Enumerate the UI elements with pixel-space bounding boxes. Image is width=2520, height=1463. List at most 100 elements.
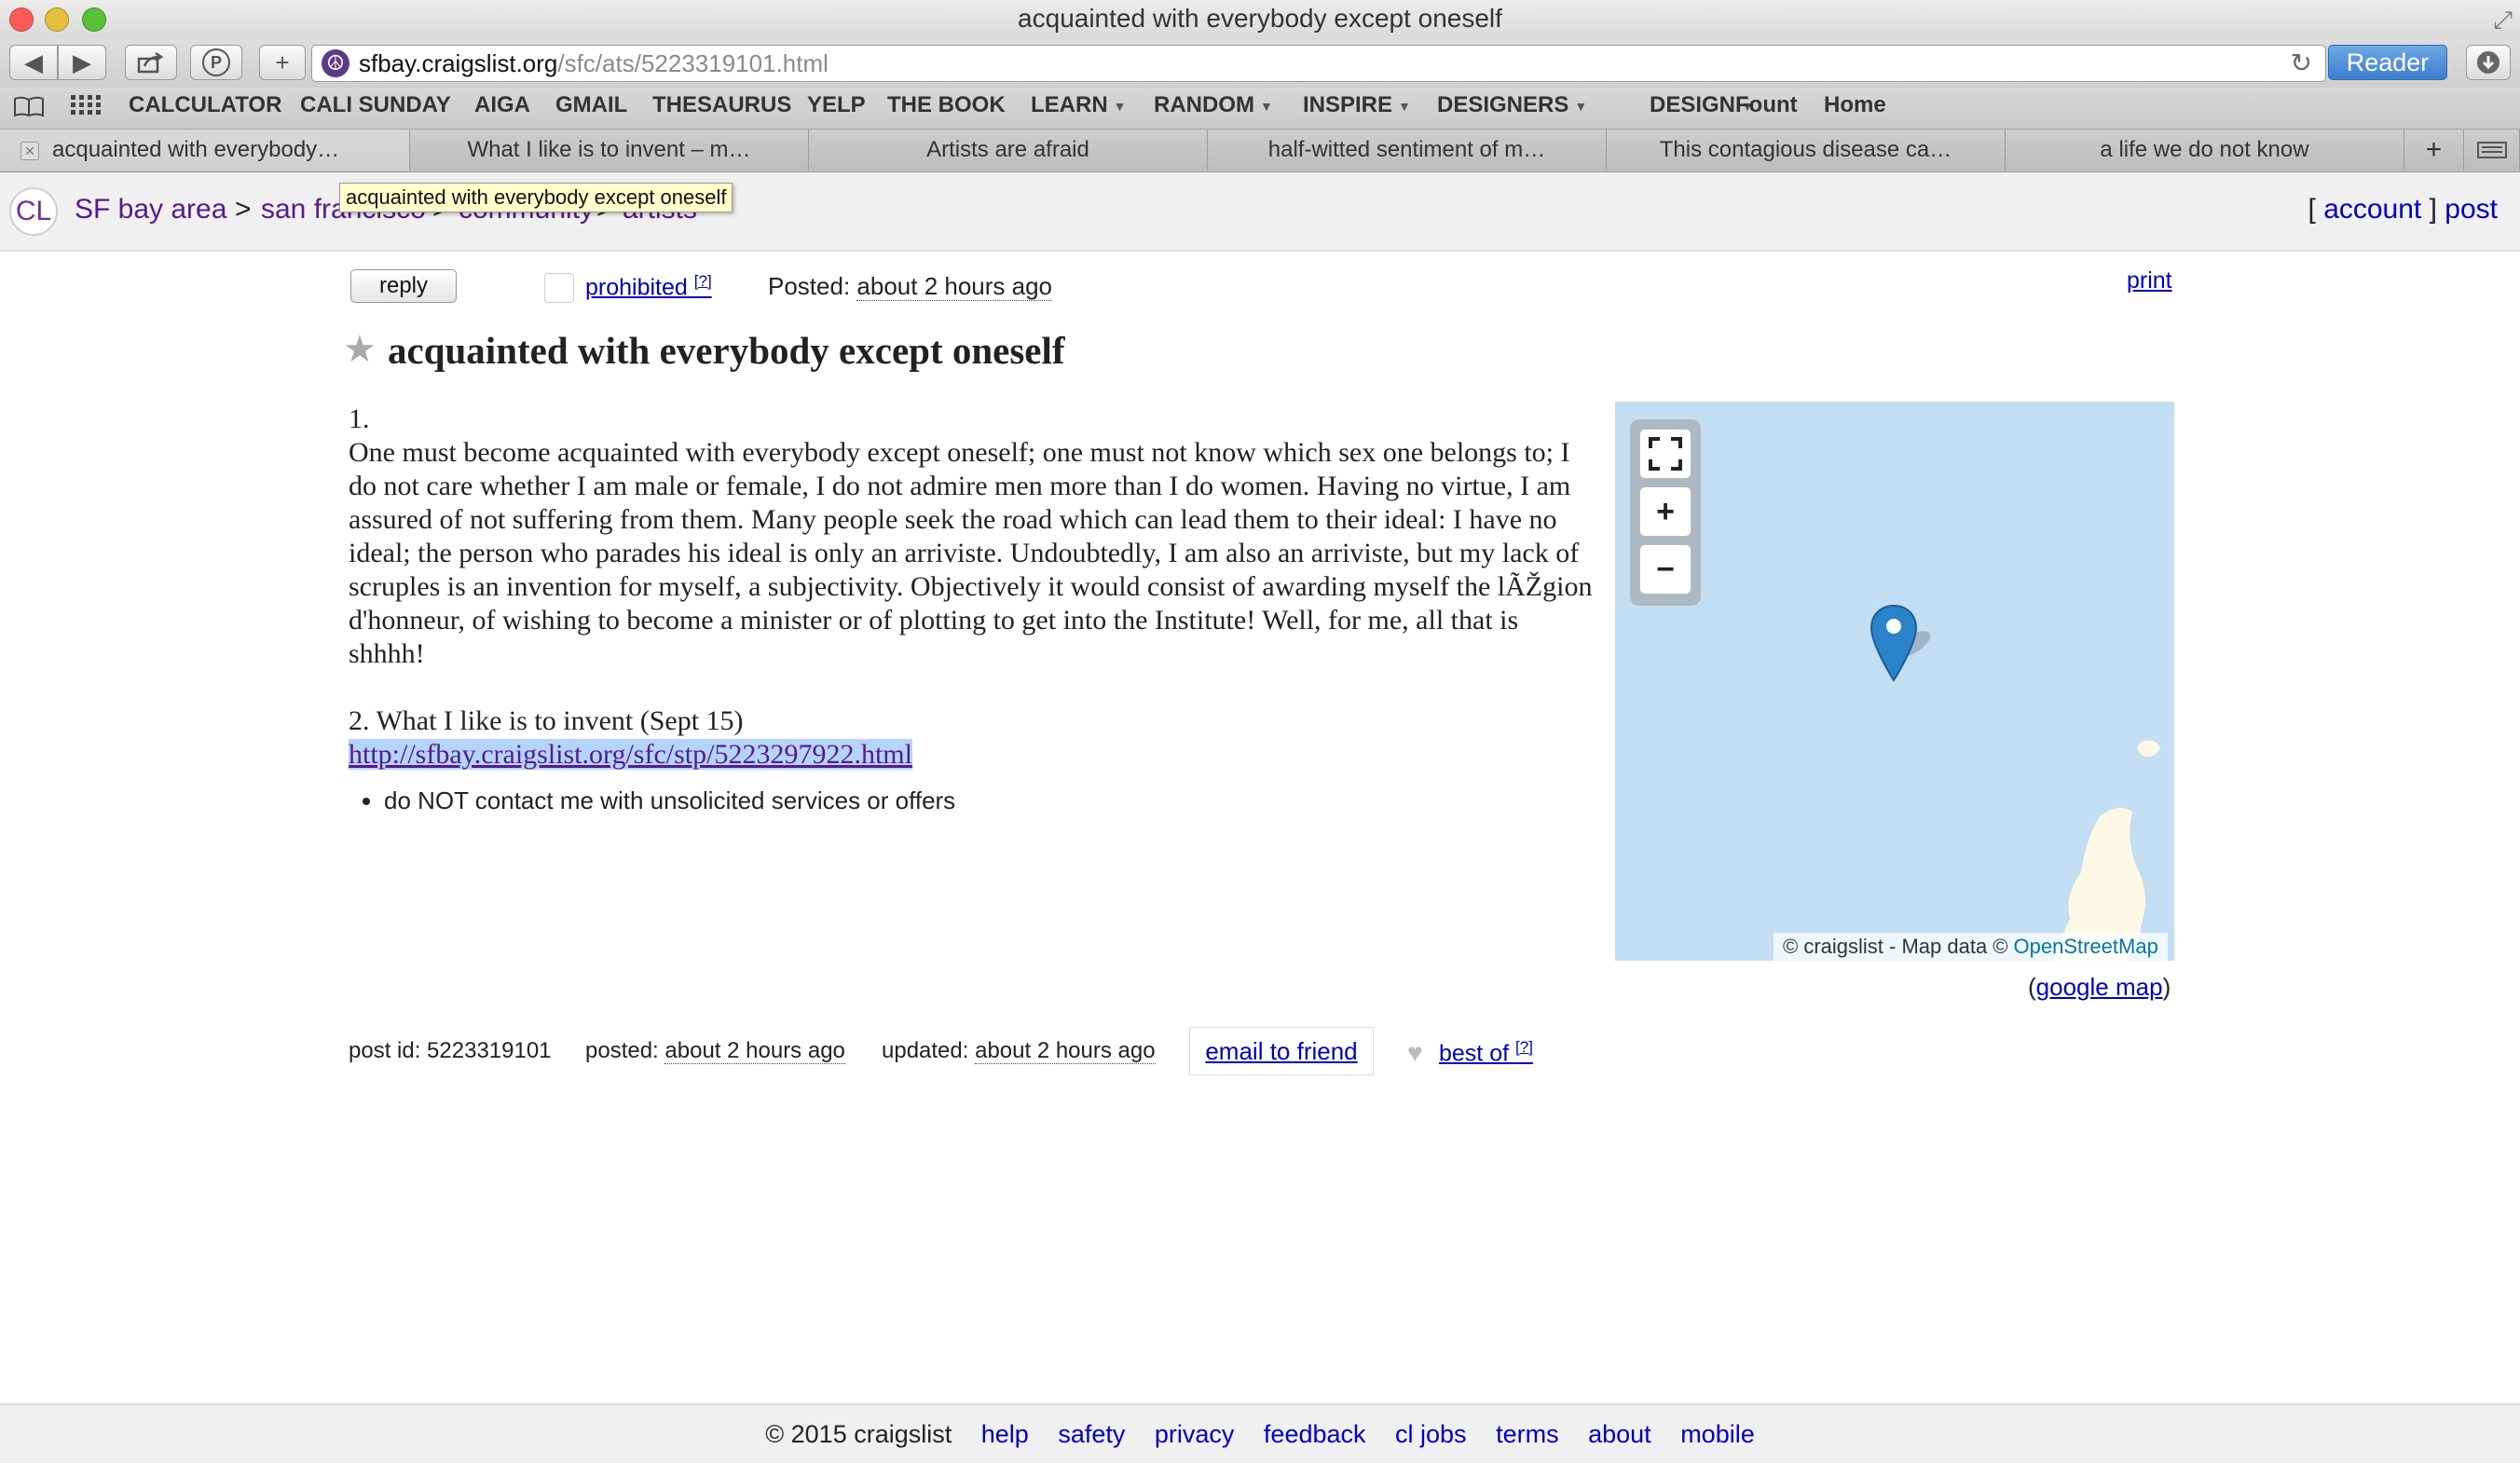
bookmark-gmail[interactable]: GMAIL	[555, 92, 627, 118]
map-zoom-out-button[interactable]: −	[1639, 544, 1691, 595]
reload-icon[interactable]: ↻	[2291, 48, 2312, 78]
footer-link-terms[interactable]: terms	[1496, 1420, 1559, 1448]
map-marker-icon[interactable]	[1869, 604, 1937, 689]
post-info-posted: posted: about 2 hours ago	[585, 1038, 845, 1064]
pinterest-button[interactable]: P	[190, 45, 242, 80]
bookmark-thesaurus[interactable]: THESAURUS	[652, 92, 791, 118]
openstreetmap-link[interactable]: OpenStreetMap	[2014, 935, 2158, 959]
bookmark-the-book[interactable]: THE BOOK	[887, 92, 1006, 118]
back-button[interactable]: ◀	[9, 45, 58, 80]
bookmark-yelp[interactable]: YELP	[807, 92, 866, 118]
dropdown-caret-icon: ▼	[1574, 98, 1588, 114]
notices-list: do NOT contact me with unsolicited servi…	[352, 786, 955, 815]
tab-half-witted[interactable]: half-witted sentiment of m…	[1208, 130, 1607, 171]
tab-life-we-do-not-know[interactable]: a life we do not know	[2006, 130, 2404, 171]
breadcrumb-sf-bay-area[interactable]: SF bay area	[75, 194, 226, 226]
help-link[interactable]: [?]	[694, 272, 712, 290]
bookmark-folder-label: DESIGN	[1650, 92, 1736, 117]
downloads-button[interactable]	[2466, 45, 2511, 80]
url-path: /sfc/ats/5223319101.html	[557, 48, 829, 77]
add-tab-button[interactable]: +	[2404, 130, 2464, 171]
reading-list-icon[interactable]	[13, 95, 45, 122]
post-link[interactable]: post	[2445, 194, 2498, 225]
posted-label: posted:	[585, 1038, 659, 1063]
bookmark-cali-sunday[interactable]: CALI SUNDAY	[300, 92, 451, 118]
address-bar[interactable]: ☮ sfbay.craigslist.org/sfc/ats/522331910…	[311, 45, 2326, 82]
craigslist-logo[interactable]: CL	[9, 187, 58, 236]
google-map-link[interactable]: google map	[2036, 973, 2163, 1001]
footer-link-help[interactable]: help	[981, 1420, 1029, 1448]
post-info-updated: updated: about 2 hours ago	[882, 1038, 1156, 1064]
tab-overview-button[interactable]	[2464, 130, 2520, 171]
footer-link-mobile[interactable]: mobile	[1680, 1420, 1755, 1448]
bookmark-aiga[interactable]: AIGA	[474, 92, 530, 118]
posting-title: acquainted with everybody except oneself	[388, 329, 1065, 372]
copyright: © 2015 craigslist	[765, 1420, 952, 1448]
help-link[interactable]: [?]	[1515, 1038, 1533, 1056]
posted-time: about 2 hours ago	[664, 1038, 845, 1064]
reader-button[interactable]: Reader	[2328, 45, 2447, 80]
map-fullscreen-button[interactable]	[1639, 429, 1691, 479]
body-paragraph: One must become acquainted with everybod…	[349, 437, 1593, 669]
tab-acquainted[interactable]: acquainted with everybody…	[0, 130, 410, 171]
tab-label: Artists are afraid	[926, 137, 1089, 162]
map-zoom-in-button[interactable]: +	[1639, 486, 1691, 537]
reply-button[interactable]: reply	[350, 269, 457, 303]
tab-label: What I like is to invent – m…	[467, 137, 751, 162]
share-icon	[137, 51, 164, 74]
bookmark-folder-learn[interactable]: LEARN ▼	[1031, 92, 1127, 118]
footer-link-about[interactable]: about	[1588, 1420, 1651, 1448]
dropdown-caret-icon: ▼	[1260, 98, 1273, 114]
print-link[interactable]: print	[2127, 267, 2172, 294]
bookmark-calculator[interactable]: CALCULATOR	[129, 92, 281, 118]
tab-contagious[interactable]: This contagious disease ca…	[1607, 130, 2006, 171]
email-to-friend-button[interactable]: email to friend	[1189, 1027, 1374, 1075]
share-button[interactable]	[125, 45, 177, 80]
account-link[interactable]: account	[2323, 194, 2421, 225]
body-section-number: 1.	[349, 403, 370, 434]
bookmark-folder-random[interactable]: RANDOM ▼	[1154, 92, 1273, 118]
bookmark-folder-label: LEARN	[1031, 92, 1108, 117]
new-tab-button[interactable]: +	[259, 45, 306, 80]
best-of-link[interactable]: best of	[1439, 1040, 1509, 1066]
dropdown-caret-icon: ▼	[1113, 98, 1127, 114]
footer-link-privacy[interactable]: privacy	[1155, 1420, 1235, 1448]
related-post-link[interactable]: http://sfbay.craigslist.org/sfc/stp/5223…	[349, 739, 912, 770]
tab-close-icon[interactable]: ✕	[21, 142, 39, 160]
fullscreen-arrows-icon[interactable]: ⤢	[2493, 6, 2513, 35]
bookmark-folder-label: RANDOM	[1154, 92, 1254, 117]
updated-label: updated:	[882, 1038, 969, 1063]
bookmark-home[interactable]: Home	[1824, 92, 1886, 118]
site-favicon-icon: ☮	[322, 49, 349, 77]
bookmark-folder-inspire[interactable]: INSPIRE ▼	[1303, 92, 1411, 118]
footer-link-feedback[interactable]: feedback	[1264, 1420, 1366, 1448]
posted-time: about 2 hours ago	[856, 272, 1053, 301]
dropdown-caret-icon: ▼	[1398, 98, 1411, 114]
prohibited-link[interactable]: prohibited	[585, 274, 688, 300]
prohibited-flag[interactable]: prohibited [?]	[585, 272, 712, 301]
bookmark-fount[interactable]: Fount	[1735, 92, 1798, 118]
breadcrumb-separator: >	[235, 194, 252, 225]
posted-label: Posted:	[768, 272, 851, 300]
heart-icon: ♥	[1407, 1038, 1423, 1067]
back-arrow-icon: ◀	[24, 48, 43, 76]
plus-icon: +	[275, 48, 290, 76]
fullscreen-icon	[1649, 437, 1682, 471]
tab-label: half-witted sentiment of m…	[1267, 137, 1546, 162]
body-section-heading: 2. What I like is to invent (Sept 15)	[349, 705, 744, 736]
tab-artists-afraid[interactable]: Artists are afraid	[809, 130, 1208, 171]
bookmark-folder-label: INSPIRE	[1303, 92, 1393, 117]
flag-prohibited-checkbox[interactable]	[544, 273, 574, 303]
favorite-star-icon[interactable]: ★	[343, 328, 377, 371]
best-of-flag[interactable]: best of [?]	[1439, 1038, 1533, 1067]
top-sites-grid-icon[interactable]	[71, 95, 101, 120]
map-attribution: © craigslist - Map data © OpenStreetMap	[1774, 933, 2168, 961]
tab-what-i-like[interactable]: What I like is to invent – m…	[410, 130, 809, 171]
updated-time: about 2 hours ago	[975, 1038, 1156, 1064]
account-nav: [ account ] post	[2308, 194, 2498, 225]
footer-link-cl-jobs[interactable]: cl jobs	[1395, 1420, 1467, 1448]
forward-button[interactable]: ▶	[58, 45, 106, 80]
bookmark-folder-designers[interactable]: DESIGNERS ▼	[1437, 92, 1587, 118]
footer-link-safety[interactable]: safety	[1058, 1420, 1125, 1448]
window-title: acquainted with everybody except oneself	[1018, 4, 1502, 33]
